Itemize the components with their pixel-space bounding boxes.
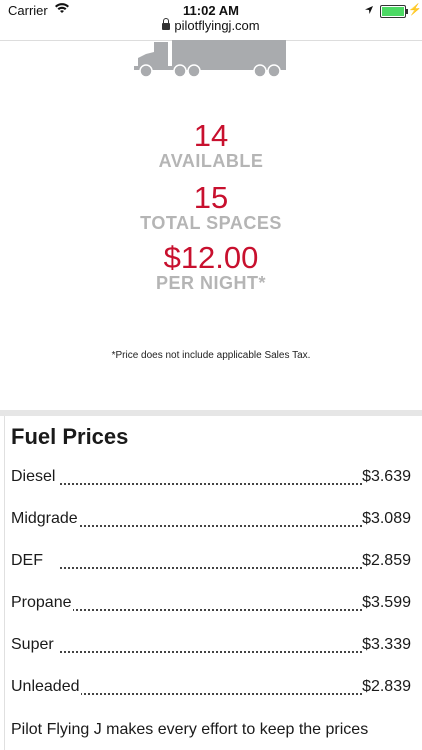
nightly-price: $12.00 PER NIGHT* [0, 242, 422, 294]
address-bar[interactable]: pilotflyingj.com [0, 18, 422, 38]
fuel-name: Midgrade [11, 510, 79, 528]
fuel-name: Diesel [11, 468, 57, 486]
charging-bolt-icon: ⚡ [408, 4, 422, 16]
fuel-row-super: Super $3.339 [0, 628, 422, 670]
fuel-prices-heading: Fuel Prices [11, 424, 129, 449]
fuel-name: Propane [11, 594, 73, 612]
fuel-price: $3.089 [362, 510, 411, 528]
dot-leader [60, 481, 362, 485]
location-arrow-icon [364, 3, 374, 18]
battery-icon [380, 5, 408, 18]
price-value: $12.00 [163, 240, 259, 275]
dot-leader [60, 565, 362, 569]
fuel-row-unleaded: Unleaded $2.839 [0, 670, 422, 712]
fuel-price: $2.839 [362, 678, 411, 696]
available-label: AVAILABLE [158, 151, 264, 171]
available-spaces: 14 AVAILABLE [0, 120, 422, 172]
truck-icon [134, 40, 286, 78]
fuel-row-midgrade: Midgrade $3.089 [0, 502, 422, 544]
dot-leader [60, 691, 362, 695]
fuel-row-diesel: Diesel $3.639 [0, 460, 422, 502]
fuel-price-list: Diesel $3.639 Midgrade $3.089 DEF $2.859… [0, 460, 422, 712]
fuel-row-propane: Propane $3.599 [0, 586, 422, 628]
clock: 11:02 AM [183, 3, 239, 18]
price-label: PER NIGHT* [155, 273, 266, 293]
dot-leader [60, 649, 362, 653]
fuel-price: $3.639 [362, 468, 411, 486]
dot-leader [60, 523, 362, 527]
url-text: pilotflyingj.com [174, 18, 260, 33]
fuel-name: Super [11, 636, 55, 654]
fuel-name: Unleaded [11, 678, 81, 696]
total-count: 15 [193, 180, 229, 215]
dot-leader [60, 607, 362, 611]
fuel-price: $2.859 [362, 552, 411, 570]
fuel-price: $3.599 [362, 594, 411, 612]
total-spaces: 15 TOTAL SPACES [0, 182, 422, 234]
tax-note: *Price does not include applicable Sales… [111, 350, 311, 361]
price-disclaimer: Pilot Flying J makes every effort to kee… [11, 721, 369, 738]
available-count: 14 [193, 118, 229, 153]
fuel-row-def: DEF $2.859 [0, 544, 422, 586]
fuel-name: DEF [11, 552, 44, 570]
section-divider [0, 410, 422, 416]
fuel-price: $3.339 [362, 636, 411, 654]
total-label: TOTAL SPACES [140, 213, 282, 233]
lock-icon [162, 18, 171, 30]
